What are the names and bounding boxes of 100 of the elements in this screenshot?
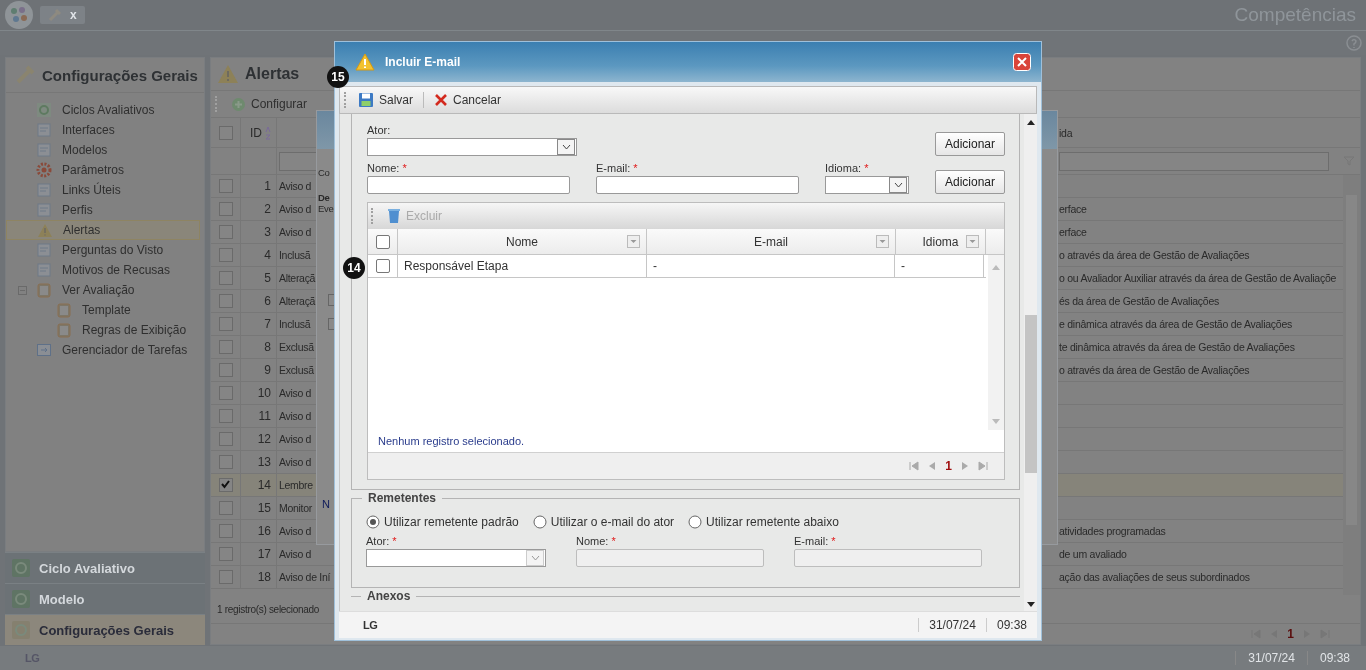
tab-close-button[interactable]: x bbox=[70, 8, 77, 22]
app-logo-icon[interactable] bbox=[4, 0, 34, 30]
radio-option[interactable]: Utilizar remetente padrão bbox=[366, 514, 519, 529]
field-label: Nome: * bbox=[367, 162, 408, 174]
table-cell: te dinâmica através da área de Gestão de Avaliações bbox=[1059, 341, 1295, 353]
radio-icon[interactable] bbox=[688, 514, 703, 529]
checkbox[interactable] bbox=[375, 259, 390, 273]
checkbox[interactable] bbox=[375, 234, 390, 249]
table-cell: e dinâmica através da área de Gestão de Avaliações bbox=[1059, 318, 1293, 330]
cancel-button[interactable]: Cancelar bbox=[430, 93, 506, 107]
radio-option[interactable]: Utilizar remetente abaixo bbox=[688, 514, 839, 529]
checkbox[interactable] bbox=[218, 409, 233, 423]
column-menu-icon[interactable] bbox=[966, 235, 979, 248]
checkbox[interactable] bbox=[218, 478, 233, 492]
checkbox[interactable] bbox=[218, 271, 233, 285]
scroll-down-icon[interactable] bbox=[1026, 602, 1035, 607]
sidebar-item[interactable]: Ver Avaliação bbox=[6, 280, 200, 300]
module-icon bbox=[11, 558, 31, 578]
table-cell: Aviso d bbox=[279, 433, 312, 445]
sidebar-item[interactable]: Ciclos Avaliativos bbox=[6, 100, 200, 120]
checkbox[interactable] bbox=[218, 225, 233, 239]
configure-button[interactable]: Configurar bbox=[225, 96, 314, 112]
radio-option[interactable]: Utilizar o e-mail do ator bbox=[532, 514, 675, 529]
column-header[interactable]: E-mail bbox=[647, 229, 896, 254]
table-cell: erface bbox=[1059, 203, 1087, 215]
sidebar-item[interactable]: Interfaces bbox=[6, 120, 200, 140]
checkbox[interactable] bbox=[218, 202, 233, 216]
actor-dropdown[interactable] bbox=[367, 138, 577, 156]
sidebar-item[interactable]: Gerenciador de Tarefas bbox=[6, 340, 200, 360]
checkbox[interactable] bbox=[218, 524, 233, 538]
checkbox[interactable] bbox=[218, 317, 233, 331]
language-dropdown[interactable] bbox=[825, 176, 909, 194]
checkbox[interactable] bbox=[218, 386, 233, 400]
app-tab[interactable]: x bbox=[40, 6, 85, 24]
checkbox[interactable] bbox=[218, 248, 233, 262]
sidebar-item[interactable]: Perguntas do Visto bbox=[6, 240, 200, 260]
scrollbar[interactable] bbox=[1343, 175, 1360, 595]
caret-icon bbox=[893, 182, 903, 188]
column-header[interactable]: ida bbox=[1059, 126, 1073, 139]
sidebar-item[interactable]: Regras de Exibição bbox=[6, 320, 200, 340]
filter-field[interactable] bbox=[1059, 151, 1329, 171]
radio-icon[interactable] bbox=[366, 514, 380, 529]
caret-icon bbox=[561, 144, 571, 150]
checkbox[interactable] bbox=[218, 179, 233, 193]
column-header[interactable]: Idioma bbox=[896, 229, 986, 254]
next-page-icon[interactable] bbox=[961, 461, 970, 471]
sort-icon[interactable] bbox=[265, 125, 271, 140]
warning-icon bbox=[217, 64, 239, 84]
save-button[interactable]: Salvar bbox=[354, 92, 417, 108]
help-icon[interactable] bbox=[1346, 35, 1362, 51]
add-button[interactable]: Adicionar bbox=[935, 170, 1006, 194]
table-cell: 7 bbox=[264, 317, 271, 331]
first-page-icon[interactable] bbox=[909, 461, 920, 471]
checkbox[interactable] bbox=[218, 340, 233, 354]
last-page-icon[interactable] bbox=[978, 461, 989, 471]
table-cell: o ou Avaliador Auxiliar através da área de Gestão de Avaliaçõe bbox=[1059, 272, 1337, 284]
table-cell: Aviso d bbox=[279, 203, 312, 215]
sidebar-item[interactable]: Alertas bbox=[6, 220, 200, 240]
checkbox[interactable] bbox=[218, 547, 233, 561]
table-cell: 14 bbox=[257, 478, 271, 492]
checkbox[interactable] bbox=[218, 432, 233, 446]
previous-page-icon[interactable] bbox=[928, 461, 937, 471]
table-cell: - bbox=[901, 259, 905, 273]
dialog-text: De bbox=[318, 192, 331, 203]
checkbox[interactable] bbox=[218, 455, 233, 469]
sidebar-item[interactable]: Links Úteis bbox=[6, 180, 200, 200]
column-header[interactable]: Nome bbox=[398, 229, 647, 254]
column-header[interactable]: ID bbox=[250, 125, 262, 140]
scrollbar[interactable] bbox=[1024, 114, 1037, 611]
add-button[interactable]: Adicionar bbox=[935, 132, 1006, 156]
input-field[interactable] bbox=[367, 176, 570, 194]
checkbox[interactable] bbox=[218, 501, 233, 515]
column-menu-icon[interactable] bbox=[627, 235, 640, 248]
group-title: Remetentes bbox=[362, 490, 443, 505]
table-cell: 3 bbox=[264, 225, 271, 239]
table-cell: 9 bbox=[264, 363, 271, 377]
table-cell: Exclusã bbox=[279, 341, 314, 353]
checkbox[interactable] bbox=[218, 363, 233, 377]
sidebar-item[interactable]: Perfis bbox=[6, 200, 200, 220]
table-cell: 11 bbox=[258, 409, 271, 423]
sidebar-item[interactable]: Template bbox=[6, 300, 200, 320]
radio-icon[interactable] bbox=[532, 514, 547, 529]
sidebar-item[interactable]: Motivos de Recusas bbox=[6, 260, 200, 280]
field-label: Nome: * bbox=[576, 534, 617, 547]
table-cell: erface bbox=[1059, 226, 1087, 238]
column-menu-icon[interactable] bbox=[876, 235, 889, 248]
checkbox[interactable] bbox=[218, 125, 233, 140]
field-label: Idioma: * bbox=[825, 162, 870, 174]
scroll-up-icon[interactable] bbox=[1026, 120, 1035, 125]
sidebar-item[interactable]: Modelos bbox=[6, 140, 200, 160]
checkbox[interactable] bbox=[218, 294, 233, 308]
accordion-header[interactable]: Configurações Gerais bbox=[5, 614, 205, 645]
checkbox[interactable] bbox=[218, 570, 233, 584]
sidebar-item[interactable]: Parâmetros bbox=[6, 160, 200, 180]
input-field[interactable] bbox=[596, 176, 799, 194]
actor-dropdown[interactable] bbox=[366, 548, 546, 567]
table-cell: Alteraçã bbox=[279, 272, 316, 284]
table-cell: - bbox=[653, 259, 657, 273]
close-icon[interactable] bbox=[1013, 53, 1031, 71]
field-label: Ator: * bbox=[366, 534, 398, 547]
